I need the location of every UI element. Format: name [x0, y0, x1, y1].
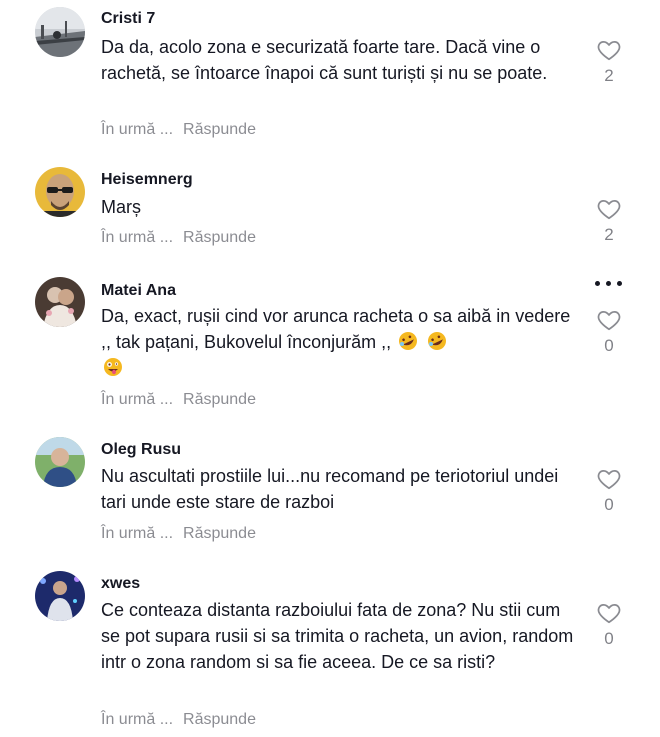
like-button[interactable]: 0 — [592, 307, 626, 357]
reply-button[interactable]: Răspunde — [183, 229, 256, 246]
like-count: 0 — [604, 495, 614, 514]
comment-username[interactable]: Heisemnerg — [101, 170, 193, 190]
zany-face-emoji — [104, 358, 122, 376]
avatar[interactable] — [35, 7, 85, 57]
reply-button[interactable]: Răspunde — [183, 525, 256, 542]
comment-time: În urmă ... — [101, 711, 174, 728]
comment-meta: În urmă ... Răspunde — [101, 120, 256, 140]
like-count: 2 — [604, 225, 614, 244]
like-count: 2 — [604, 66, 614, 85]
comment-username[interactable]: Matei Ana — [101, 281, 176, 301]
like-count: 0 — [604, 629, 614, 648]
rofl-emoji — [399, 332, 418, 350]
comment-meta: În urmă ... Răspunde — [101, 710, 256, 730]
comment-username[interactable]: Oleg Rusu — [101, 440, 181, 460]
comment-text: Da da, acolo zona e securizată foarte ta… — [101, 37, 548, 83]
avatar[interactable] — [35, 167, 85, 217]
comment-time: În urmă ... — [101, 391, 174, 408]
like-count: 0 — [604, 336, 614, 355]
reply-button[interactable]: Răspunde — [183, 711, 256, 728]
avatar-bald-man-glasses — [35, 167, 85, 217]
heart-icon — [597, 200, 621, 220]
reply-button[interactable]: Răspunde — [183, 121, 256, 138]
comment-username[interactable]: xwes — [101, 574, 140, 594]
like-button[interactable]: 0 — [592, 466, 626, 516]
like-button[interactable]: 2 — [592, 37, 626, 87]
comment-meta: În urmă ... Răspunde — [101, 228, 256, 248]
comment-text: Da, exact, rușii cind vor arunca racheta… — [101, 303, 581, 381]
like-button[interactable]: 2 — [592, 196, 626, 246]
comment-time: În urmă ... — [101, 525, 174, 542]
avatar[interactable] — [35, 437, 85, 487]
avatar-couple-photo — [35, 277, 85, 327]
comment-meta: În urmă ... Răspunde — [101, 524, 256, 544]
heart-icon — [597, 311, 621, 331]
avatar[interactable] — [35, 277, 85, 327]
heart-icon — [597, 604, 621, 624]
comment-text-body: Da, exact, rușii cind vor arunca racheta… — [101, 306, 571, 352]
avatar-road-photo — [35, 7, 85, 57]
comment-text: Ce conteaza distanta razboiului fata de … — [101, 600, 574, 672]
like-button[interactable]: 0 — [592, 600, 626, 650]
rofl-emoji — [428, 332, 447, 350]
heart-icon — [597, 41, 621, 61]
avatar-man-outdoors — [35, 437, 85, 487]
comment-time: În urmă ... — [101, 229, 174, 246]
comment-text: Marș — [101, 197, 141, 217]
reply-button[interactable]: Răspunde — [183, 391, 256, 408]
avatar[interactable] — [35, 571, 85, 621]
comment-meta: În urmă ... Răspunde — [101, 390, 256, 410]
more-options-icon[interactable] — [593, 278, 625, 288]
comment-text: Nu ascultati prostiile lui...nu recomand… — [101, 466, 559, 512]
heart-icon — [597, 470, 621, 490]
avatar-man-night-lights — [35, 571, 85, 621]
comment-username[interactable]: Cristi 7 — [101, 9, 155, 29]
comment-time: În urmă ... — [101, 121, 174, 138]
